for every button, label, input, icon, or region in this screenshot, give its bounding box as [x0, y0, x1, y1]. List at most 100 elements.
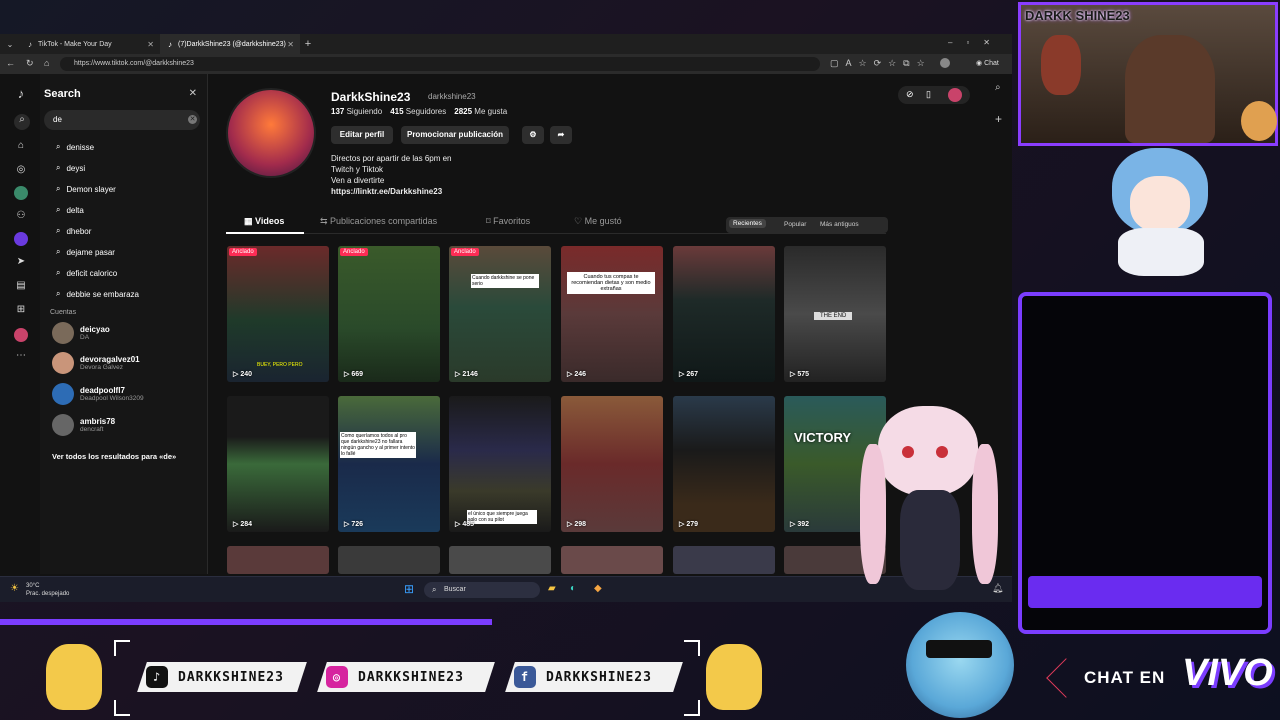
friends-nav-icon[interactable]: ⚇	[14, 210, 28, 224]
account-result[interactable]: ambris78 dencraft	[52, 414, 115, 436]
suggestion-item[interactable]: ⌕ dejame pasar	[56, 247, 115, 257]
following-avatar-icon[interactable]	[14, 186, 28, 200]
windows-start-icon[interactable]: ⊞	[404, 582, 414, 596]
app-icon[interactable]: ◆	[594, 583, 602, 594]
live-nav-icon[interactable]	[14, 232, 28, 246]
activity-nav-icon[interactable]: ▤	[14, 280, 28, 294]
account-result[interactable]: deadpoolfl7 Deadpool Wilson3209	[52, 383, 144, 405]
promote-post-button[interactable]: Promocionar publicación	[401, 126, 509, 144]
clear-search-icon[interactable]: ✕	[188, 115, 197, 124]
suggestion-item[interactable]: ⌕ Demon slayer	[56, 184, 116, 194]
avatar[interactable]	[948, 88, 962, 102]
upload-nav-icon[interactable]: ⊞	[14, 304, 28, 318]
more-nav-icon[interactable]: ⋯	[14, 350, 28, 364]
explore-nav-icon[interactable]: ◎	[14, 164, 28, 178]
account-subtitle: Devora Galvez	[80, 364, 123, 371]
view-count: ▷ 298	[567, 521, 587, 528]
share-icon[interactable]: ➦	[550, 126, 572, 144]
sort-recent[interactable]: Recientes	[729, 219, 766, 228]
video-tile[interactable]: THE END ▷ 575	[784, 246, 886, 382]
social-facebook[interactable]: f DARKKSHINE23	[514, 662, 652, 692]
account-name: deadpoolfl7	[80, 386, 125, 395]
search-panel-title: Search	[44, 88, 81, 100]
view-count-value: 669	[351, 371, 364, 378]
close-tab-icon[interactable]: ✕	[287, 40, 294, 49]
accent-divider	[0, 619, 492, 625]
video-tile[interactable]	[338, 546, 440, 574]
refresh-icon[interactable]: ↻	[26, 58, 34, 69]
back-icon[interactable]: ←	[6, 58, 15, 68]
followers-label: Seguidores	[405, 107, 447, 116]
tab-favorites[interactable]: ⌑ Favoritos	[486, 216, 530, 227]
video-tile[interactable]: el único que siempre juega solo con su p…	[449, 396, 551, 532]
browser-toolbar-icons[interactable]: ▢A☆⟳☆⧉☆	[830, 58, 932, 69]
social-instagram[interactable]: ◎ DARKKSHINE23	[326, 662, 464, 692]
video-tile[interactable]	[673, 546, 775, 574]
video-tile[interactable]: Anclado ▷ 240 BUEY, PERO PERO	[227, 246, 329, 382]
tab-profile[interactable]: ♪ (7)DarkkShine23 (@darkkshine23) ✕	[160, 34, 300, 54]
home-nav-icon[interactable]: ⌂	[14, 140, 28, 154]
home-icon[interactable]: ⌂	[44, 58, 49, 68]
video-tile[interactable]: Anclado ▷ 669	[338, 246, 440, 382]
suggestion-item[interactable]: ⌕ delta	[56, 205, 84, 215]
video-tile[interactable]	[561, 546, 663, 574]
view-count: ▷ 267	[679, 371, 699, 378]
account-result[interactable]: deicyao DA	[52, 322, 110, 344]
suggestion-item[interactable]: ⌕ deysi	[56, 163, 85, 173]
bio-link[interactable]: https://linktr.ee/Darkkshine23	[331, 187, 442, 196]
suggestion-item[interactable]: ⌕ deficit calorico	[56, 268, 117, 278]
sidebar-add-icon[interactable]: +	[995, 112, 1002, 126]
search-icon[interactable]: ⌕	[14, 114, 30, 130]
video-tile[interactable]: ▷ 298	[561, 396, 663, 532]
close-tab-icon[interactable]: ✕	[147, 40, 154, 49]
sort-popular[interactable]: Popular	[784, 221, 806, 228]
sort-oldest[interactable]: Más antiguos	[820, 221, 859, 228]
suggestion-item[interactable]: ⌕ denisse	[56, 142, 94, 152]
video-tile[interactable]: Cuando tus compas te recomiendan dietas …	[561, 246, 663, 382]
account-result[interactable]: devoragalvez01 Devora Galvez	[52, 352, 140, 374]
social-tiktok[interactable]: ♪ DARKKSHINE23	[146, 662, 284, 692]
sidebar-search-icon[interactable]: ⌕	[995, 82, 1001, 93]
video-tile[interactable]: ▷ 279	[673, 396, 775, 532]
video-tile[interactable]	[449, 546, 551, 574]
tab-tiktok-home[interactable]: ♪ TikTok - Make Your Day ✕	[20, 34, 160, 54]
compass-icon[interactable]: ⊘	[906, 89, 914, 100]
tab-liked[interactable]: ♡ Me gustó	[574, 216, 622, 227]
settings-icon[interactable]: ⚙	[522, 126, 544, 144]
messages-nav-icon[interactable]: ➤	[14, 256, 28, 270]
tab-menu-icon[interactable]: ⌄	[0, 40, 20, 49]
chat-frame-bar	[1028, 576, 1262, 608]
video-tile[interactable]: Como queríamos todos al pro que darkkshi…	[338, 396, 440, 532]
weather-widget[interactable]: 30°C Prac. despejado	[26, 582, 69, 598]
see-all-results-link[interactable]: Ver todos los resultados para «de»	[52, 452, 176, 461]
frame-corner	[684, 700, 700, 716]
edge-browser-icon[interactable]: ◐	[570, 583, 576, 594]
profile-avatar-icon[interactable]	[940, 58, 950, 68]
video-tile[interactable]: ▷ 267	[673, 246, 775, 382]
copilot-chat-button[interactable]: ◉ Chat	[976, 59, 999, 67]
tiktok-logo-icon[interactable]: ♪	[14, 86, 28, 101]
window-controls[interactable]: –▫✕	[948, 38, 1004, 47]
suggestion-item[interactable]: ⌕ debbie se embaraza	[56, 289, 139, 299]
tab-videos[interactable]: ▦ Videos	[244, 216, 284, 227]
view-count: ▷ 240	[233, 371, 253, 378]
file-explorer-icon[interactable]: ▰	[548, 583, 556, 594]
search-icon: ⌕	[56, 226, 61, 235]
new-tab-icon[interactable]: +	[300, 38, 316, 50]
tab-reposts[interactable]: ⇆ Publicaciones compartidas	[320, 216, 437, 227]
close-icon[interactable]: ✕	[189, 88, 197, 99]
url-field[interactable]: https://www.tiktok.com/@darkkshine23	[60, 57, 820, 71]
suggestion-item[interactable]: ⌕ dhebor	[56, 226, 91, 236]
video-tile[interactable]	[227, 546, 329, 574]
taskbar-search[interactable]: Buscar	[424, 582, 540, 598]
following-stat[interactable]: 137 Siguiendo	[331, 107, 382, 116]
followers-stat[interactable]: 415 Seguidores	[390, 107, 446, 116]
video-tile[interactable]: ▷ 284	[227, 396, 329, 532]
search-input[interactable]: de	[44, 110, 200, 130]
tiktok-icon: ♪	[146, 666, 168, 688]
device-icon[interactable]: ▯	[926, 89, 931, 100]
profile-avatar[interactable]	[226, 88, 316, 178]
profile-nav-icon[interactable]	[14, 328, 28, 342]
video-tile[interactable]: Anclado Cuando darkkshine se pone serio ▷ …	[449, 246, 551, 382]
edit-profile-button[interactable]: Editar perfil	[331, 126, 393, 144]
